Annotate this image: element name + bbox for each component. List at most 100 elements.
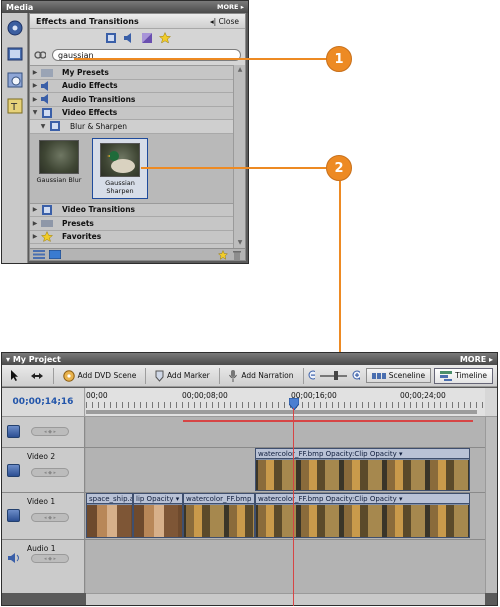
collapse-triangle-icon[interactable]: ▼ bbox=[38, 123, 48, 130]
toolbar-separator bbox=[53, 367, 54, 384]
duck-thumbnail-blurred bbox=[39, 139, 79, 174]
playhead-icon[interactable] bbox=[289, 398, 299, 410]
film-icon bbox=[40, 204, 54, 215]
dvd-scene-icon bbox=[62, 369, 75, 382]
media-panel-header: Media MORE ▸ bbox=[2, 1, 248, 13]
audio-effects-filter-icon[interactable] bbox=[123, 32, 135, 44]
time-ruler[interactable]: 00;00 00;00;08;00 00;00;16;00 00;00;24;0… bbox=[86, 388, 485, 416]
tree-label: Video Transitions bbox=[62, 205, 136, 215]
search-icon bbox=[34, 51, 46, 59]
close-button[interactable]: ◂| Close bbox=[210, 17, 239, 26]
trash-icon[interactable] bbox=[232, 250, 242, 260]
clip-title: lip Opacity ▾ bbox=[134, 494, 182, 504]
effect-thumb-gaussian-blur[interactable]: Gaussian Blur bbox=[36, 138, 82, 199]
video-clip[interactable]: lip Opacity ▾ bbox=[133, 493, 183, 538]
effects-scrollbar[interactable]: ▲ ▼ bbox=[233, 65, 245, 248]
tracks-horizontal-scrollbar[interactable] bbox=[86, 593, 485, 605]
favorites-star-icon[interactable] bbox=[218, 249, 228, 260]
track-body[interactable]: space_ship.avi lip Opacity ▾ watercolor_… bbox=[86, 493, 485, 539]
expand-triangle-icon[interactable]: ▶ bbox=[30, 233, 40, 240]
zoom-slider-handle[interactable] bbox=[334, 370, 339, 380]
clip-title: watercolor_FF.bmp Opacity:Clip Opacity ▾ bbox=[256, 449, 469, 459]
sceneline-icon bbox=[371, 372, 386, 379]
keyframe-controls[interactable]: ◂ ◆ ▸ bbox=[31, 554, 69, 563]
add-marker-button[interactable]: Add Marker bbox=[151, 370, 214, 382]
zoom-out-icon[interactable] bbox=[308, 370, 316, 382]
project-more-button[interactable]: MORE ▸ bbox=[460, 355, 493, 364]
video-track-icon[interactable] bbox=[7, 464, 20, 477]
expand-triangle-icon[interactable]: ▶ bbox=[30, 69, 40, 76]
media-panel: Media MORE ▸ T Effects and Transitions ◂… bbox=[1, 0, 249, 264]
expand-triangle-icon[interactable]: ▶ bbox=[30, 220, 40, 227]
titles-icon[interactable]: T bbox=[5, 96, 25, 116]
project-toolbar: Add DVD Scene Add Marker Add Narration S… bbox=[2, 365, 497, 387]
track-header: Video 2 ◂ ◆ ▸ bbox=[2, 448, 85, 492]
project-title-text: My Project bbox=[12, 354, 61, 364]
current-timecode[interactable]: 00;00;14;16 bbox=[2, 388, 85, 416]
add-narration-button[interactable]: Add Narration bbox=[224, 369, 297, 382]
tree-item-presets[interactable]: ▶ Presets bbox=[30, 217, 233, 231]
track-header: ◂ ◆ ▸ bbox=[2, 417, 85, 447]
work-area-bar[interactable] bbox=[86, 410, 477, 414]
add-dvd-scene-button[interactable]: Add DVD Scene bbox=[59, 369, 141, 382]
presets-icon bbox=[40, 218, 54, 228]
selection-tool[interactable] bbox=[6, 370, 23, 381]
tree-item-video-effects[interactable]: ▼ Video Effects bbox=[30, 107, 233, 120]
time-stretch-icon bbox=[31, 372, 43, 379]
tree-item-my-presets[interactable]: ▶ My Presets bbox=[30, 66, 233, 80]
film-icon bbox=[48, 121, 62, 132]
effects-icon[interactable] bbox=[5, 70, 25, 90]
add-marker-label: Add Marker bbox=[166, 371, 210, 380]
list-view-icon[interactable] bbox=[33, 250, 45, 259]
collapse-triangle-icon[interactable]: ▼ bbox=[30, 109, 40, 116]
clip-frames bbox=[87, 505, 132, 537]
tree-item-audio-transitions[interactable]: ▶ Audio Transitions bbox=[30, 93, 233, 107]
ruler-ticks bbox=[86, 402, 485, 408]
zoom-slider[interactable] bbox=[320, 370, 348, 380]
media-left-toolbar: T bbox=[2, 13, 28, 263]
transitions-filter-icon[interactable] bbox=[141, 32, 153, 44]
expand-triangle-icon[interactable]: ▶ bbox=[30, 82, 40, 89]
effect-thumb-gaussian-sharpen[interactable]: Gaussian Sharpen bbox=[92, 137, 148, 199]
speaker-icon[interactable] bbox=[7, 552, 21, 564]
video-track-icon[interactable] bbox=[7, 509, 20, 522]
zoom-in-icon[interactable] bbox=[352, 370, 360, 382]
time-stretch-tool[interactable] bbox=[26, 371, 48, 381]
organizer-icon[interactable] bbox=[5, 18, 25, 38]
video-clip[interactable]: watercolor_FF.bmp Opacity:Clip Opacity ▾ bbox=[255, 448, 470, 491]
tree-item-video-transitions[interactable]: ▶ Video Transitions bbox=[30, 204, 233, 217]
effects-title: Effects and Transitions bbox=[36, 16, 139, 26]
tracks-vertical-scrollbar[interactable] bbox=[485, 417, 497, 593]
film-icon[interactable] bbox=[5, 44, 25, 64]
favorites-filter-icon[interactable] bbox=[158, 32, 171, 44]
video-track-icon[interactable] bbox=[7, 425, 20, 438]
keyframe-controls[interactable]: ◂ ◆ ▸ bbox=[31, 468, 69, 477]
scroll-up-icon[interactable]: ▲ bbox=[234, 65, 246, 75]
video-clip[interactable]: space_ship.avi bbox=[86, 493, 133, 538]
effects-and-transitions-panel: Effects and Transitions ◂| Close gaussia… bbox=[29, 13, 246, 261]
clip-frames bbox=[184, 505, 254, 537]
sceneline-button[interactable]: Sceneline bbox=[365, 368, 432, 383]
keyframe-controls[interactable]: ◂ ◆ ▸ bbox=[31, 427, 69, 436]
project-panel-header: ▾ My Project MORE ▸ bbox=[2, 353, 497, 365]
track-body[interactable]: watercolor_FF.bmp Opacity:Clip Opacity ▾ bbox=[86, 448, 485, 492]
video-clip[interactable]: watercolor_FF.bmp Opacity:Clip Opacity ▾ bbox=[255, 493, 470, 538]
scroll-down-icon[interactable]: ▼ bbox=[234, 238, 246, 248]
expand-triangle-icon[interactable]: ▶ bbox=[30, 206, 40, 213]
thumbnail-view-icon[interactable] bbox=[49, 250, 61, 259]
keyframe-controls[interactable]: ◂ ◆ ▸ bbox=[31, 513, 69, 522]
video-clip[interactable]: watercolor_FF.bmp bbox=[183, 493, 255, 538]
timeline-button[interactable]: Timeline bbox=[434, 367, 493, 384]
tree-item-favorites[interactable]: ▶ Favorites bbox=[30, 231, 233, 244]
tree-item-audio-effects[interactable]: ▶ Audio Effects bbox=[30, 80, 233, 93]
callout-2: 2 bbox=[326, 155, 352, 181]
expand-triangle-icon[interactable]: ▶ bbox=[30, 96, 40, 103]
track-body[interactable] bbox=[86, 540, 485, 593]
tree-label: Video Effects bbox=[62, 108, 118, 118]
tree-label: My Presets bbox=[62, 67, 109, 77]
media-more-button[interactable]: MORE ▸ bbox=[217, 3, 244, 11]
tree-item-blur-sharpen[interactable]: ▼ Blur & Sharpen bbox=[30, 120, 233, 134]
video-effects-filter-icon[interactable] bbox=[105, 32, 117, 44]
sceneline-label: Sceneline bbox=[388, 371, 426, 380]
track-header: Video 1 ◂ ◆ ▸ bbox=[2, 493, 85, 539]
